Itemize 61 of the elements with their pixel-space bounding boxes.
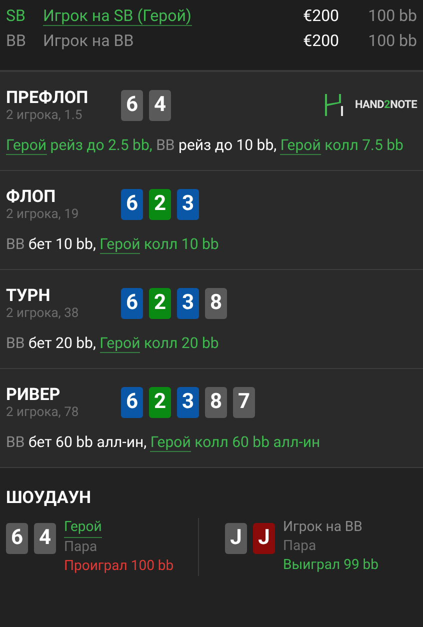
action-text: BB bbox=[156, 136, 175, 154]
action-text: колл 60 bb алл-ин bbox=[194, 433, 320, 451]
playing-card: 4 bbox=[34, 523, 56, 554]
action-text: BB bbox=[6, 235, 25, 253]
action-text: BB bbox=[6, 433, 25, 451]
logo-text: HAND2NOTE bbox=[354, 96, 417, 113]
playing-card: 3 bbox=[177, 288, 199, 319]
action-text: бет 60 bb алл-ин, bbox=[28, 433, 147, 451]
street-title: ПРЕФЛОП bbox=[6, 88, 90, 108]
action-text: колл 10 bb bbox=[144, 235, 219, 253]
playing-card: J bbox=[225, 523, 247, 554]
action-text: бет 20 bb, bbox=[28, 334, 96, 352]
action-text: рейз до 2.5 bb, bbox=[50, 136, 152, 154]
playing-card: 2 bbox=[149, 189, 171, 220]
hand-rank: Пара bbox=[64, 538, 98, 557]
player-name: Игрок на BB bbox=[43, 30, 134, 52]
player-link[interactable]: Герой bbox=[100, 235, 140, 254]
action-text: колл 20 bb bbox=[144, 334, 219, 352]
player-link[interactable]: Герой bbox=[64, 518, 102, 538]
stack-bb: 100 bb bbox=[368, 4, 417, 26]
player-link[interactable]: Герой bbox=[6, 136, 47, 155]
player-link[interactable]: Игрок на SB (Герой) bbox=[43, 6, 192, 26]
section-title: ШОУДАУН bbox=[6, 488, 92, 508]
playing-card: 3 bbox=[177, 189, 199, 220]
street-info: 2 игрока, 1.5 bbox=[6, 108, 84, 124]
playing-card: 8 bbox=[205, 288, 227, 319]
player-link[interactable]: Герой bbox=[100, 334, 140, 353]
playing-card: 8 bbox=[205, 387, 227, 418]
street-info: 2 игрока, 78 bbox=[6, 405, 80, 421]
playing-card: 6 bbox=[121, 288, 143, 319]
street-title: РИВЕР bbox=[6, 385, 62, 405]
playing-card: 6 bbox=[6, 523, 28, 554]
action-text: колл 7.5 bb bbox=[324, 136, 404, 154]
action-text: BB bbox=[6, 334, 25, 352]
stack-amount: €200 bbox=[303, 30, 340, 52]
street-title: ТУРН bbox=[6, 286, 52, 306]
action-text: бет 10 bb, bbox=[28, 235, 96, 253]
playing-card: 4 bbox=[149, 90, 171, 121]
player-name: Игрок на BB bbox=[283, 518, 362, 537]
playing-card: 6 bbox=[121, 90, 143, 121]
playing-card: 6 bbox=[121, 387, 143, 418]
street-info: 2 игрока, 38 bbox=[6, 306, 80, 322]
playing-card: 2 bbox=[149, 387, 171, 418]
stack-amount: €200 bbox=[303, 4, 340, 26]
result-text: Проиграл 100 bb bbox=[64, 557, 174, 576]
playing-card: 6 bbox=[121, 189, 143, 220]
playing-card: 3 bbox=[177, 387, 199, 418]
street-title: ФЛОП bbox=[6, 187, 57, 207]
action-text: рейз до 10 bb, bbox=[178, 136, 277, 154]
street-info: 2 игрока, 19 bbox=[6, 207, 80, 223]
playing-card: 7 bbox=[233, 387, 255, 418]
playing-card: 2 bbox=[149, 288, 171, 319]
hand-rank: Пара bbox=[283, 537, 318, 556]
position-label: SB bbox=[6, 4, 26, 26]
player-link[interactable]: Герой bbox=[150, 433, 191, 452]
position-label: BB bbox=[6, 30, 27, 52]
logo-icon bbox=[322, 94, 345, 116]
result-text: Выиграл 99 bb bbox=[283, 556, 379, 575]
playing-card: J bbox=[253, 523, 275, 554]
player-link[interactable]: Герой bbox=[280, 136, 321, 155]
stack-bb: 100 bb bbox=[368, 30, 417, 52]
